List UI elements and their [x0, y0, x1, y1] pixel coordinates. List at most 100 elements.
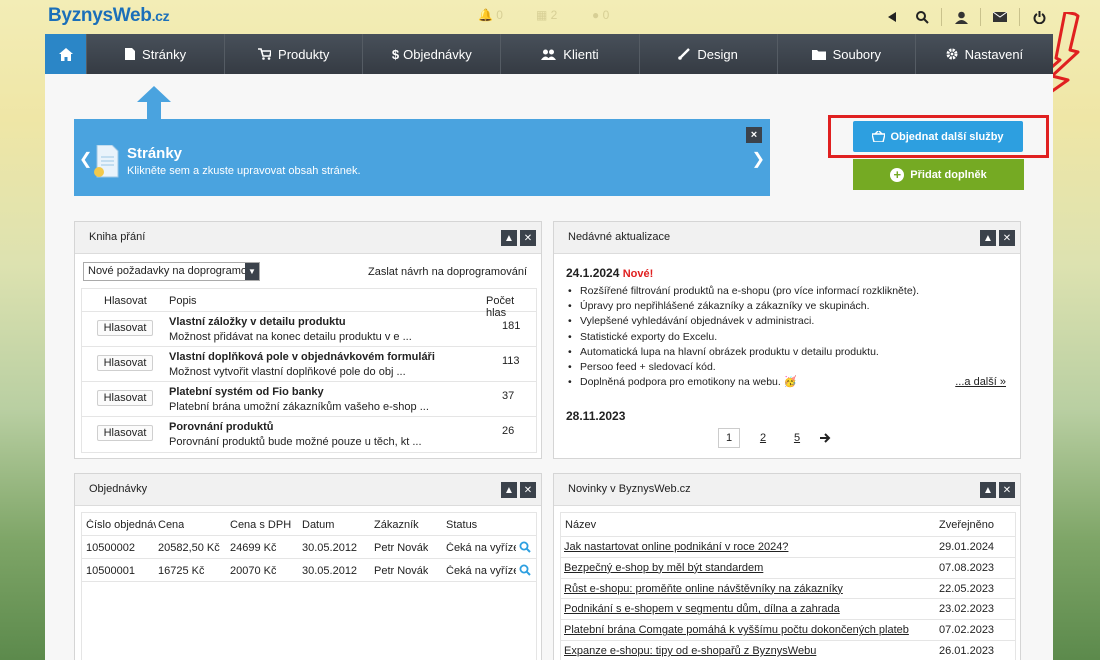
- order-price-vat: 24699 Kč: [230, 542, 277, 554]
- add-addon-button[interactable]: + Přidat doplněk: [853, 159, 1024, 190]
- tip-text: Klikněte sem a zkuste upravovat obsah st…: [127, 165, 361, 177]
- table-row: Platební brána Comgate pomáhá k vyššímu …: [561, 620, 1015, 641]
- arrow-left-icon[interactable]: [881, 7, 903, 27]
- more-updates-link[interactable]: ...a další »: [955, 376, 1006, 388]
- column-header: Cena s DPH: [230, 519, 292, 531]
- mail-icon[interactable]: [989, 7, 1011, 27]
- vote-count: 113: [502, 355, 520, 367]
- calendar-icon[interactable]: ▦ 2: [536, 8, 557, 22]
- collapse-icon[interactable]: ▲: [980, 482, 996, 498]
- nav-item-stranky[interactable]: Stránky: [86, 34, 225, 74]
- table-row[interactable]: 10500002 20582,50 Kč 24699 Kč 30.05.2012…: [82, 536, 536, 559]
- column-header: Popis: [169, 295, 197, 307]
- wish-title[interactable]: Vlastní záložky v detailu produktu: [169, 316, 346, 328]
- wish-title[interactable]: Porovnání produktů: [169, 421, 274, 433]
- page-link[interactable]: 2: [752, 428, 774, 448]
- users-icon: [541, 49, 557, 60]
- chevron-down-icon: ▼: [245, 263, 259, 280]
- order-price-vat: 20070 Kč: [230, 565, 277, 577]
- collapse-icon[interactable]: ▲: [980, 230, 996, 246]
- column-header: Zákazník: [374, 519, 419, 531]
- column-header: Status: [446, 519, 478, 531]
- magnifier-icon[interactable]: [519, 541, 531, 553]
- nav-item-nastaveni[interactable]: Nastavení: [914, 34, 1053, 74]
- order-customer: Petr Novák: [374, 542, 429, 554]
- divider: [980, 8, 981, 26]
- wishlist-table: Hlasovat Popis Počet hlas Hlasovat Vlastn…: [81, 288, 537, 453]
- vote-button[interactable]: Hlasovat: [97, 390, 153, 406]
- wish-title[interactable]: Platební systém od Fio banky: [169, 386, 324, 398]
- vote-button[interactable]: Hlasovat: [97, 355, 153, 371]
- order-date: 30.05.2012: [302, 542, 358, 554]
- nav-item-soubory[interactable]: Soubory: [776, 34, 915, 74]
- pagination: 1 2 5: [718, 428, 831, 448]
- panel-title: Kniha přání: [89, 231, 146, 243]
- home-icon[interactable]: [45, 34, 86, 74]
- chevron-left-icon[interactable]: ❮: [79, 149, 92, 169]
- submit-proposal-link[interactable]: Zaslat návrh na doprogramování: [368, 266, 527, 278]
- list-item: Vylepšené vyhledávání objednávek v admin…: [566, 314, 919, 329]
- nav-item-klienti[interactable]: Klienti: [500, 34, 639, 74]
- main-nav: Stránky Produkty $ Objednávky Klienti Des…: [45, 34, 1053, 74]
- cart-icon: [258, 48, 272, 60]
- collapse-icon[interactable]: ▲: [501, 230, 517, 246]
- wishlist-panel: Kniha přání ▲ ✕ Nové požadavky na doprog…: [74, 221, 542, 459]
- search-icon[interactable]: [911, 7, 933, 27]
- nav-item-produkty[interactable]: Produkty: [224, 34, 363, 74]
- news-link[interactable]: Růst e-shopu: proměňte online návštěvník…: [564, 583, 843, 595]
- news-link[interactable]: Platební brána Comgate pomáhá k vyššímu …: [564, 624, 909, 636]
- collapse-icon[interactable]: ▲: [501, 482, 517, 498]
- news-date: 23.02.2023: [939, 603, 995, 616]
- vote-button[interactable]: Hlasovat: [97, 425, 153, 441]
- page-link[interactable]: 5: [786, 428, 808, 448]
- table-row[interactable]: 10500001 16725 Kč 20070 Kč 30.05.2012 Pe…: [82, 559, 536, 582]
- update-date: 24.1.2024 Nové!: [566, 266, 654, 280]
- tip-title: Stránky: [127, 145, 183, 162]
- close-icon[interactable]: ✕: [999, 230, 1015, 246]
- wish-desc: Možnost vytvořit vlastní doplňkové pole …: [169, 366, 406, 378]
- close-icon[interactable]: ✕: [520, 482, 536, 498]
- table-row: Bezpečný e-shop by měl být standardem 07.…: [561, 558, 1015, 579]
- close-icon[interactable]: ✕: [520, 230, 536, 246]
- page-current[interactable]: 1: [718, 428, 740, 448]
- help-icon[interactable]: ● 0: [592, 8, 609, 22]
- orders-panel: Objednávky ▲ ✕ Číslo objednávky Cena Cen…: [74, 473, 542, 660]
- wish-desc: Porovnání produktů bude možné pouze u tě…: [169, 436, 422, 448]
- logo[interactable]: ByznysWeb.cz: [48, 5, 170, 27]
- close-icon[interactable]: ✕: [999, 482, 1015, 498]
- bell-icon[interactable]: 🔔 0: [478, 8, 503, 22]
- arrow-right-icon[interactable]: [820, 433, 831, 443]
- list-item: Úpravy pro nepřihlášené zákazníky a záka…: [566, 299, 919, 314]
- wish-desc: Možnost přidávat na konec detailu produk…: [169, 331, 412, 343]
- update-list[interactable]: Rozšířené filtrování produktů na e-shopu…: [566, 284, 919, 391]
- list-item[interactable]: Rozšířené filtrování produktů na e-shopu…: [566, 284, 919, 299]
- brush-icon: [678, 48, 691, 60]
- list-item: Statistické exporty do Excelu.: [566, 330, 919, 345]
- user-icon[interactable]: [950, 7, 972, 27]
- new-badge: Nové!: [622, 268, 654, 280]
- vote-count: 181: [502, 320, 521, 332]
- news-link[interactable]: Jak nastartovat online podnikání v roce …: [564, 541, 788, 553]
- tip-banner[interactable]: ❮ Stránky Klikněte sem a zkuste upravova…: [74, 119, 770, 196]
- wish-title[interactable]: Vlastní doplňková pole v objednávkovém f…: [169, 351, 435, 363]
- chevron-right-icon[interactable]: ❯: [752, 149, 765, 169]
- nav-item-objednavky[interactable]: $ Objednávky: [362, 34, 501, 74]
- news-link[interactable]: Bezpečný e-shop by měl být standardem: [564, 562, 763, 574]
- close-icon[interactable]: ×: [746, 127, 762, 143]
- news-panel: Novinky v ByznysWeb.cz ▲ ✕ Název Zveřejn…: [553, 473, 1021, 660]
- divider: [941, 8, 942, 26]
- wishlist-filter-select[interactable]: Nové požadavky na doprogramování ▼: [83, 262, 260, 281]
- vote-button[interactable]: Hlasovat: [97, 320, 153, 336]
- annotation-highlight-box: [828, 115, 1049, 158]
- news-date: 26.01.2023: [939, 644, 995, 657]
- news-link[interactable]: Expanze e-shopu: tipy od e-shopařů z Byz…: [564, 645, 816, 657]
- nav-item-design[interactable]: Design: [638, 34, 777, 74]
- wish-desc: Platební brána umožní zákazníkům vašeho …: [169, 401, 429, 413]
- column-header: Zveřejněno: [939, 519, 995, 531]
- top-bar: ByznysWeb.cz 🔔 0 ▦ 2 ● 0: [0, 0, 1100, 34]
- column-header: Číslo objednávky: [86, 519, 156, 531]
- magnifier-icon[interactable]: [519, 564, 531, 576]
- news-date: 07.08.2023: [939, 561, 995, 574]
- table-row: Hlasovat Porovnání produktů Porovnání prod…: [82, 417, 536, 452]
- news-link[interactable]: Podnikání s e-shopem v segmentu dům, díl…: [564, 603, 840, 615]
